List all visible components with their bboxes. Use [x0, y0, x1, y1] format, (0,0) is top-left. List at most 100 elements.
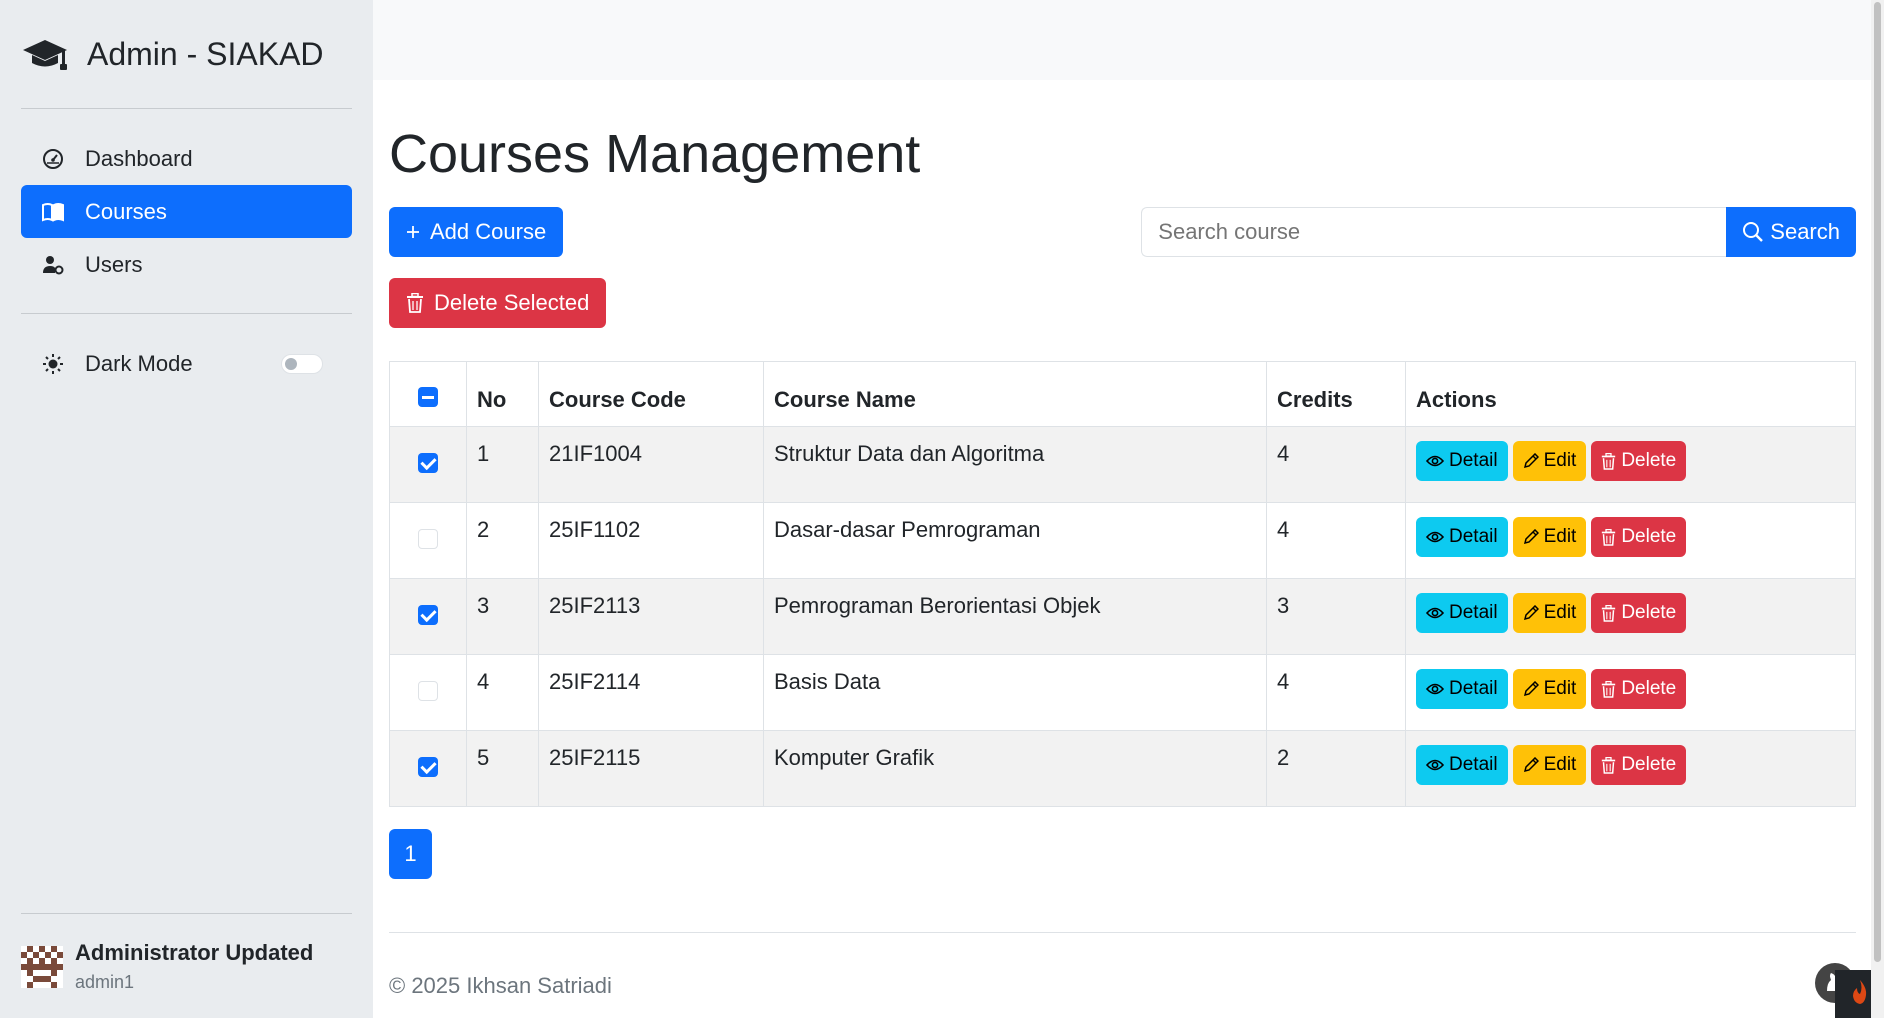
detail-label: Detail: [1449, 602, 1498, 623]
dark-mode-toggle[interactable]: [280, 353, 323, 374]
row-checkbox[interactable]: [418, 453, 438, 473]
edit-button[interactable]: Edit: [1512, 517, 1587, 557]
cell-credits: 4: [1266, 654, 1406, 731]
book-icon: [41, 200, 65, 224]
row-select-cell: [389, 426, 467, 503]
cell-no: 4: [466, 654, 539, 731]
search-button[interactable]: Search: [1726, 207, 1856, 257]
cell-no: 2: [466, 502, 539, 579]
row-checkbox[interactable]: [418, 605, 438, 625]
row-checkbox[interactable]: [418, 681, 438, 701]
page-scrollbar[interactable]: [1871, 0, 1884, 1018]
edit-button[interactable]: Edit: [1512, 441, 1587, 481]
cell-code: 25IF2115: [538, 730, 764, 807]
user-profile[interactable]: Administrator Updated admin1: [21, 914, 352, 993]
pencil-icon: [1523, 757, 1539, 773]
dark-mode-row: Dark Mode: [21, 337, 352, 390]
cell-code: 25IF2113: [538, 578, 764, 655]
eye-icon: [1426, 530, 1444, 544]
detail-label: Detail: [1449, 754, 1498, 775]
delete-button[interactable]: Delete: [1591, 441, 1687, 481]
dark-mode-label: Dark Mode: [85, 350, 193, 376]
edit-label: Edit: [1543, 602, 1577, 623]
column-header-no: No: [466, 361, 539, 427]
cell-credits: 2: [1266, 730, 1406, 807]
delete-button[interactable]: Delete: [1591, 745, 1687, 785]
delete-label: Delete: [1621, 678, 1677, 699]
edit-label: Edit: [1543, 678, 1577, 699]
row-select-cell: [389, 654, 467, 731]
delete-label: Delete: [1621, 754, 1677, 775]
delete-button[interactable]: Delete: [1591, 593, 1687, 633]
delete-selected-button[interactable]: Delete Selected: [389, 278, 607, 328]
user-info: Administrator Updated admin1: [75, 940, 313, 993]
search-button-label: Search: [1770, 219, 1840, 244]
sidebar-item-users[interactable]: Users: [21, 238, 352, 291]
table-row: 5 25IF2115 Komputer Grafik 2 Detail Edit Delet…: [389, 730, 1856, 807]
eye-icon: [1426, 454, 1444, 468]
brand-title: Admin - SIAKAD: [87, 35, 324, 72]
select-all-cell: [389, 361, 467, 427]
row-checkbox[interactable]: [418, 757, 438, 777]
row-actions: Detail Edit Delete: [1416, 593, 1845, 633]
edit-button[interactable]: Edit: [1512, 745, 1587, 785]
top-bar: [373, 0, 1884, 80]
sidebar-item-dashboard[interactable]: Dashboard: [21, 132, 352, 185]
delete-button[interactable]: Delete: [1591, 517, 1687, 557]
cell-name: Komputer Grafik: [763, 730, 1267, 807]
trash-icon: [1601, 680, 1616, 698]
cell-credits: 4: [1266, 502, 1406, 579]
cell-credits: 4: [1266, 426, 1406, 503]
delete-selected-label: Delete Selected: [434, 290, 590, 315]
edit-button[interactable]: Edit: [1512, 593, 1587, 633]
detail-label: Detail: [1449, 526, 1498, 547]
table-row: 2 25IF1102 Dasar-dasar Pemrograman 4 Detail E…: [389, 502, 1856, 579]
user-name: Administrator Updated: [75, 940, 314, 965]
row-checkbox[interactable]: [418, 529, 438, 549]
delete-button[interactable]: Delete: [1591, 669, 1687, 709]
detail-button[interactable]: Detail: [1416, 517, 1508, 557]
trash-icon: [1601, 604, 1616, 622]
trash-icon: [1601, 756, 1616, 774]
trash-icon: [406, 293, 424, 313]
edit-label: Edit: [1543, 754, 1577, 775]
delete-label: Delete: [1621, 526, 1677, 547]
pencil-icon: [1523, 681, 1539, 697]
column-header-credits: Credits: [1266, 361, 1406, 427]
user-username: admin1: [75, 972, 135, 992]
row-select-cell: [389, 578, 467, 655]
detail-button[interactable]: Detail: [1416, 593, 1508, 633]
cell-name: Pemrograman Berorientasi Objek: [763, 578, 1267, 655]
cell-actions: Detail Edit Delete: [1405, 654, 1856, 731]
cell-actions: Detail Edit Delete: [1405, 578, 1856, 655]
detail-button[interactable]: Detail: [1416, 669, 1508, 709]
detail-button[interactable]: Detail: [1416, 441, 1508, 481]
select-all-checkbox[interactable]: [418, 387, 438, 407]
edit-label: Edit: [1543, 450, 1577, 471]
page-1-button[interactable]: 1: [389, 829, 432, 879]
edit-button[interactable]: Edit: [1512, 669, 1587, 709]
main-content: Courses Management Add Course Search cou…: [373, 0, 1884, 1018]
cell-no: 1: [466, 426, 539, 503]
scrollbar-thumb[interactable]: [1874, 2, 1881, 962]
sun-icon: [41, 352, 65, 376]
table-row: 3 25IF2113 Pemrograman Berorientasi Objek 3…: [389, 578, 1856, 655]
eye-icon: [1426, 606, 1444, 620]
pagination: 1: [389, 829, 1856, 879]
pencil-icon: [1523, 453, 1539, 469]
search-input[interactable]: [1141, 207, 1727, 257]
add-course-button[interactable]: Add Course: [389, 207, 564, 257]
add-course-label: Add Course: [430, 219, 547, 244]
detail-button[interactable]: Detail: [1416, 745, 1508, 785]
search-icon: [1742, 221, 1764, 243]
footer-copyright: © 2025 Ikhsan Satriadi: [389, 973, 612, 998]
table-header-row: No Course Code Course Name Credits Actio…: [389, 361, 1856, 427]
cell-actions: Detail Edit Delete: [1405, 426, 1856, 503]
pencil-icon: [1523, 605, 1539, 621]
sidebar-item-label: Courses: [85, 198, 167, 224]
eye-icon: [1426, 682, 1444, 696]
sidebar-item-courses[interactable]: Courses: [21, 185, 352, 238]
trash-icon: [1601, 528, 1616, 546]
row-actions: Detail Edit Delete: [1416, 745, 1845, 785]
detail-label: Detail: [1449, 450, 1498, 471]
